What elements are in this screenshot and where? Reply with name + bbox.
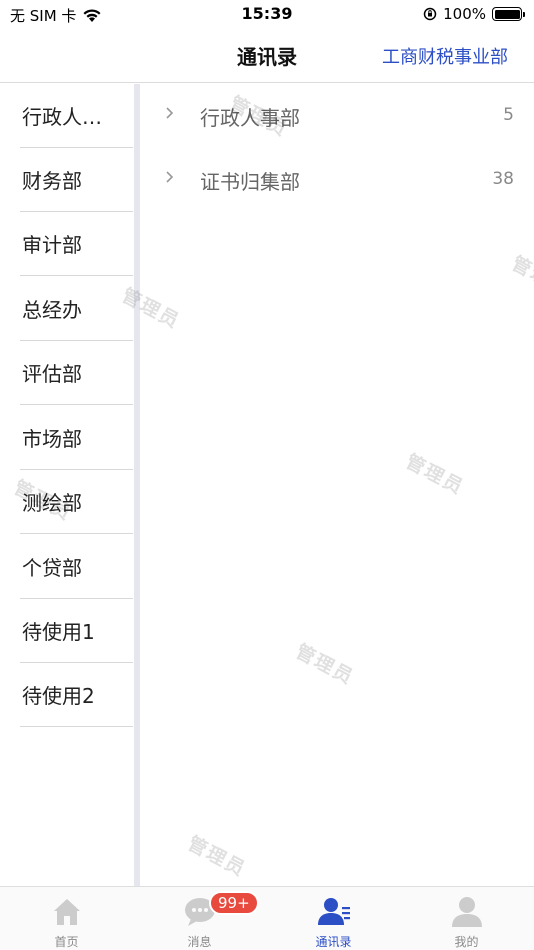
- tab-profile[interactable]: 我的: [400, 887, 533, 950]
- sub-department-name: 证书归集部: [200, 170, 300, 194]
- sidebar-item-personal-loan[interactable]: 个贷部: [20, 535, 133, 599]
- bottom-tab-bar: 首页 99+ 消息 通讯录 我的: [0, 886, 534, 950]
- profile-icon: [451, 897, 482, 927]
- tab-label: 我的: [454, 935, 479, 949]
- tab-messages[interactable]: 99+ 消息: [133, 887, 266, 950]
- battery-icon: [492, 7, 525, 21]
- navigation-bar: 通讯录 工商财税事业部: [0, 30, 534, 83]
- tab-label: 首页: [54, 935, 79, 949]
- sidebar-item-appraisal[interactable]: 评估部: [20, 341, 133, 405]
- tab-label: 消息: [187, 935, 212, 949]
- chevron-right-icon: [166, 171, 174, 183]
- battery-status: 100%: [423, 5, 525, 23]
- contacts-icon: [317, 898, 350, 925]
- sidebar-item-admin-hr[interactable]: 行政人…: [20, 84, 133, 148]
- sub-department-list: 行政人事部 5 证书归集部 38: [140, 84, 534, 886]
- organization-switch-button[interactable]: 工商财税事业部: [382, 43, 508, 69]
- tab-home[interactable]: 首页: [0, 887, 133, 950]
- unread-badge: 99+: [209, 891, 259, 915]
- member-count: 5: [503, 105, 514, 125]
- tab-contacts[interactable]: 通讯录: [267, 887, 400, 950]
- sidebar-item-general-office[interactable]: 总经办: [20, 277, 133, 341]
- home-icon: [53, 899, 80, 925]
- tab-label: 通讯录: [315, 935, 352, 949]
- member-count: 38: [492, 169, 514, 189]
- list-item[interactable]: 行政人事部 5: [140, 84, 534, 148]
- sidebar-item-marketing[interactable]: 市场部: [20, 406, 133, 470]
- list-item[interactable]: 证书归集部 38: [140, 148, 534, 212]
- contacts-screen: 无 SIM 卡 15:39 100% 通讯录 工商财税事业部 行政人… 财务部 …: [0, 0, 534, 950]
- chevron-right-icon: [166, 107, 174, 119]
- battery-percent: 100%: [443, 5, 486, 23]
- sidebar-item-audit[interactable]: 审计部: [20, 212, 133, 276]
- sidebar-item-finance[interactable]: 财务部: [20, 148, 133, 212]
- sidebar-item-reserved-1[interactable]: 待使用1: [20, 599, 133, 663]
- battery-level: [494, 9, 520, 19]
- status-bar: 无 SIM 卡 15:39 100%: [0, 0, 534, 30]
- sidebar-item-reserved-2[interactable]: 待使用2: [20, 663, 133, 727]
- orientation-lock-icon: [423, 7, 437, 21]
